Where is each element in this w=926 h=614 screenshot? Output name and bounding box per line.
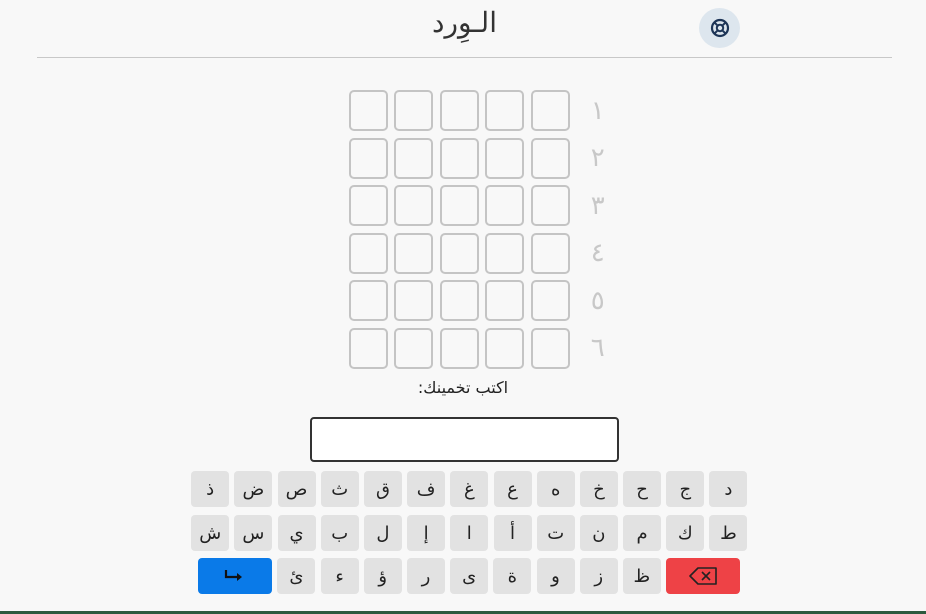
letter-cell [530,185,570,226]
letter-cell [349,185,388,226]
keyboard-row-3: ظزوةىرؤءئ [193,558,741,594]
delete-key[interactable] [666,558,741,594]
key-letter[interactable]: ب [320,515,359,551]
key-letter[interactable]: س [234,515,273,551]
key-letter[interactable]: ع [493,471,532,507]
letter-cell [349,90,388,131]
key-letter[interactable]: ه [536,471,575,507]
row-number: ٦ [590,333,605,363]
key-letter[interactable]: ل [363,515,402,551]
key-letter[interactable]: ر [406,558,445,594]
key-letter[interactable]: ض [234,471,273,507]
row-number: ٥ [590,285,605,316]
app-window: الـوِرد ١ ٢ ٣ ٤ ٥ ٦ اكتب تخمينك: دجحخهعغفقثصض… [0,0,926,611]
key-letter[interactable]: ج [666,471,705,507]
header: الـوِرد [37,0,892,58]
letter-cell [530,232,570,274]
board-row: ١ [349,90,609,131]
key-letter[interactable]: إ [407,515,446,551]
row-number: ٤ [590,238,605,268]
letter-cell [394,90,434,131]
key-letter[interactable]: ك [666,515,705,551]
row-number: ٣ [590,190,605,221]
key-letter[interactable]: ث [320,471,359,507]
letter-cell [439,185,479,226]
letter-cell [349,137,388,179]
letter-cell [394,327,434,369]
letter-cell [485,90,525,131]
row-number: ٢ [590,143,605,173]
key-letter[interactable]: ت [536,515,575,551]
guess-prompt: اكتب تخمينك: [417,378,509,397]
key-letter[interactable]: ف [407,471,446,507]
letter-cell [485,280,525,321]
key-letter[interactable]: م [623,515,662,551]
letter-cell [394,280,434,321]
enter-key[interactable] [198,558,273,594]
letter-cell [530,280,570,321]
letter-cell [439,280,479,321]
help-button[interactable] [699,8,740,48]
letter-cell [349,280,388,321]
page-title: الـوِرد [432,6,497,39]
key-letter[interactable]: ص [277,471,316,507]
letter-cell [530,137,570,179]
key-letter[interactable]: أ [493,515,532,551]
key-letter[interactable]: خ [579,471,618,507]
key-letter[interactable]: ن [579,515,618,551]
board-row: ٢ [349,137,609,179]
letter-cell [439,90,479,131]
letter-cell [394,185,434,226]
key-letter[interactable]: ؤ [363,558,402,594]
keyboard-row-1: دجحخهعغفقثصضذ [186,471,748,507]
key-letter[interactable]: ئ [277,558,316,594]
help-circle-icon [710,18,729,38]
key-letter[interactable]: ذ [191,471,230,507]
letter-cell [394,232,434,274]
letter-cell [394,137,434,179]
letter-cell [439,137,479,179]
letter-cell [530,327,570,369]
key-letter[interactable]: ا [450,515,489,551]
key-letter[interactable]: ش [191,515,230,551]
letter-cell [530,90,570,131]
key-letter[interactable]: غ [450,471,489,507]
game-board: ١ ٢ ٣ ٤ ٥ ٦ [349,90,609,375]
board-row: ٦ [349,327,609,369]
letter-cell [485,327,525,369]
board-row: ٤ [349,232,609,274]
key-letter[interactable]: د [709,471,748,507]
key-letter[interactable]: و [536,558,575,594]
letter-cell [485,137,525,179]
letter-cell [349,232,388,274]
backspace-icon [689,567,717,585]
key-letter[interactable]: ق [363,471,402,507]
board-row: ٣ [349,185,609,226]
keyboard-row-2: طكمنتأاإلبيسش [186,515,748,551]
guess-input[interactable] [310,417,619,462]
letter-cell [349,327,388,369]
key-letter[interactable]: ة [493,558,532,594]
key-letter[interactable]: ز [579,558,618,594]
row-number: ١ [590,95,605,126]
board-row: ٥ [349,280,609,321]
letter-cell [485,185,525,226]
key-letter[interactable]: ى [450,558,489,594]
key-letter[interactable]: ء [320,558,359,594]
enter-arrow-icon [225,570,243,581]
key-letter[interactable]: ح [623,471,662,507]
key-letter[interactable]: ظ [622,558,661,594]
letter-cell [439,327,479,369]
key-letter[interactable]: ي [277,515,316,551]
letter-cell [485,232,525,274]
key-letter[interactable]: ط [709,515,748,551]
letter-cell [439,232,479,274]
